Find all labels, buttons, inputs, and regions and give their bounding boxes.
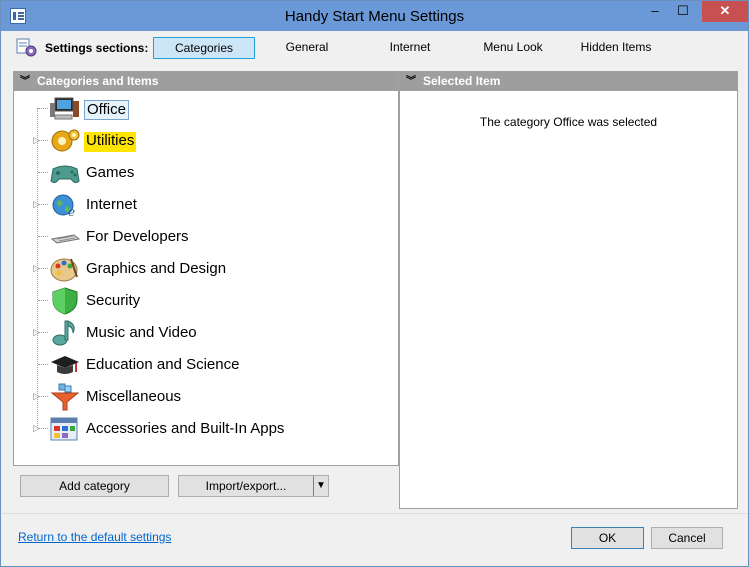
- tree-item-internet[interactable]: ▷ e Internet: [14, 189, 394, 221]
- music-note-icon: [52, 320, 75, 346]
- tree-item-label: Music and Video: [86, 324, 197, 341]
- tree-item-office[interactable]: Office: [14, 93, 394, 125]
- internet-globe-icon: e: [52, 194, 75, 219]
- paint-palette-icon: [50, 258, 78, 282]
- settings-sections-label: Settings sections:: [45, 41, 149, 55]
- tree-item-accessories[interactable]: ▷ Accessories and Built-In Apps: [14, 413, 394, 445]
- tree-item-for-developers[interactable]: For Developers: [14, 221, 394, 253]
- dropdown-arrow-icon[interactable]: ▼: [313, 476, 328, 496]
- office-computer-icon: [50, 97, 79, 120]
- tree-item-music-and-video[interactable]: ▷ Music and Video: [14, 317, 394, 349]
- selection-message: The category Office was selected: [479, 115, 658, 129]
- import-export-button[interactable]: Import/export... ▼: [178, 475, 329, 497]
- svg-text:e: e: [68, 205, 75, 219]
- window-title: Handy Start Menu Settings: [284, 8, 465, 25]
- ok-button[interactable]: OK: [571, 527, 644, 549]
- tree-item-label: Games: [86, 164, 135, 181]
- tree-item-miscellaneous[interactable]: ▷ Miscellaneous: [14, 381, 394, 413]
- tree-item-label: Security: [86, 292, 141, 309]
- minimize-button[interactable]: –: [641, 1, 669, 22]
- tree-item-education-and-science[interactable]: Education and Science: [14, 349, 394, 381]
- tree-item-label: Graphics and Design: [86, 260, 227, 277]
- keyboard-icon: [50, 234, 81, 244]
- apps-window-icon: [50, 417, 78, 441]
- tree-item-label: Accessories and Built-In Apps: [86, 420, 285, 437]
- tree-item-label: Miscellaneous: [86, 388, 182, 405]
- collapse-chevron-icon[interactable]: ︾: [20, 72, 30, 91]
- gear-icon: [51, 129, 80, 152]
- footer-divider: [2, 513, 747, 514]
- tree-item-utilities[interactable]: ▷ Utilities: [14, 125, 394, 157]
- tree-item-graphics-and-design[interactable]: ▷ Graphics and Design: [14, 253, 394, 285]
- selected-item-panel-header[interactable]: ︾ Selected Item: [400, 72, 737, 91]
- settings-sections-icon: [16, 38, 37, 57]
- settings-sections-bar: Settings sections: Categories General In…: [2, 31, 747, 64]
- tree-item-label: For Developers: [86, 228, 189, 245]
- tree-item-label: Education and Science: [86, 356, 240, 373]
- collapse-chevron-icon[interactable]: ︾: [406, 72, 416, 91]
- tree-item-label: Office: [84, 100, 129, 120]
- funnel-icon: [50, 383, 80, 411]
- close-button[interactable]: ✕: [702, 1, 748, 22]
- add-category-button[interactable]: Add category: [20, 475, 169, 497]
- tab-general[interactable]: General: [257, 37, 357, 59]
- tree-item-label: Utilities: [84, 132, 137, 152]
- categories-panel-title: Categories and Items: [37, 74, 159, 88]
- tab-hidden-items[interactable]: Hidden Items: [566, 37, 666, 59]
- gamepad-icon: [50, 165, 80, 184]
- tree-item-label: Internet: [86, 196, 137, 213]
- import-export-label: Import/export...: [205, 479, 287, 493]
- selected-item-panel: ︾ Selected Item The category Office was …: [399, 71, 738, 509]
- tree-item-security[interactable]: Security: [14, 285, 394, 317]
- tab-menu-look[interactable]: Menu Look: [463, 37, 563, 59]
- tree-item-games[interactable]: Games: [14, 157, 394, 189]
- categories-panel-header[interactable]: ︾ Categories and Items: [14, 72, 398, 91]
- graduation-cap-icon: [51, 356, 79, 374]
- reset-defaults-link[interactable]: Return to the default settings: [18, 530, 171, 544]
- tab-internet[interactable]: Internet: [360, 37, 460, 59]
- settings-window: Handy Start Menu Settings – ☐ ✕ Settings…: [0, 0, 749, 567]
- selected-item-panel-title: Selected Item: [423, 74, 501, 88]
- cancel-button[interactable]: Cancel: [651, 527, 723, 549]
- maximize-button[interactable]: ☐: [669, 1, 697, 22]
- shield-icon: [52, 287, 78, 315]
- tab-categories[interactable]: Categories: [153, 37, 255, 59]
- title-bar[interactable]: Handy Start Menu Settings – ☐ ✕: [1, 1, 748, 31]
- categories-panel: ︾ Categories and Items Office ▷ Utilitie…: [13, 71, 399, 466]
